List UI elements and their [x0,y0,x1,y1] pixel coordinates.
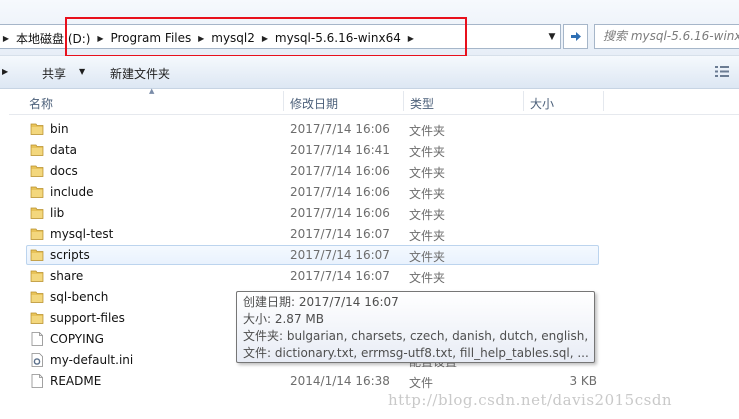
file-type: 文件 [409,376,434,390]
file-modified: 2017/7/14 16:06 [290,164,390,178]
settings-file-icon [31,353,43,367]
chevron-down-icon[interactable]: ▼ [79,67,85,76]
chevron-right-icon[interactable]: ▶ [2,67,8,76]
column-header: ▲ 名称 修改日期 类型 大小 [0,87,739,115]
file-modified: 2017/7/14 16:07 [290,269,390,283]
folder-icon [30,165,44,177]
search-input[interactable]: 搜索 mysql-5.6.16-winx64 [594,24,739,49]
file-modified: 2017/7/14 16:41 [290,143,390,157]
address-dropdown-icon[interactable]: ▼ [544,28,560,46]
file-name: support-files [50,311,125,325]
file-type: 文件夹 [409,208,446,222]
tooltip-created: 创建日期: 2017/7/14 16:07 [243,295,399,309]
tooltip-folders: 文件夹: bulgarian, charsets, czech, danish,… [243,329,591,343]
share-button[interactable]: 共享 [42,65,66,82]
file-name: bin [50,122,69,136]
file-name: include [50,185,94,199]
file-name: scripts [50,248,90,262]
column-divider[interactable] [523,91,524,111]
folder-icon [30,312,44,324]
file-size: 3 KB [569,374,597,388]
file-name: mysql-test [50,227,114,241]
folder-icon [30,249,44,261]
column-size[interactable]: 大小 [530,95,554,112]
file-name: README [50,374,102,388]
file-modified: 2017/7/14 16:07 [290,248,390,262]
command-toolbar: ▶ 共享 ▼ 新建文件夹 [0,56,739,89]
table-row[interactable]: share 2017/7/14 16:07 文件夹 [0,266,739,287]
folder-icon [30,207,44,219]
column-divider[interactable] [283,91,284,111]
column-type[interactable]: 类型 [410,95,434,112]
file-type: 文件夹 [409,250,446,264]
folder-icon [30,270,44,282]
file-modified: 2017/7/14 16:06 [290,122,390,136]
table-row[interactable]: lib 2017/7/14 16:06 文件夹 [0,203,739,224]
file-modified: 2014/1/14 16:38 [290,374,390,388]
folder-icon [30,186,44,198]
view-options-icon[interactable] [715,66,729,77]
file-name: share [50,269,84,283]
column-name[interactable]: 名称 [29,95,53,112]
tooltip-size: 大小: 2.87 MB [243,312,324,326]
file-type: 文件夹 [409,187,446,201]
chevron-right-icon[interactable]: ▶ [0,34,12,43]
table-row[interactable]: scripts 2017/7/14 16:07 文件夹 [0,245,739,266]
column-divider[interactable] [403,91,404,111]
file-name: sql-bench [50,290,109,304]
watermark: http://blog.csdn.net/davis2015csdn [388,391,673,409]
sort-ascending-icon: ▲ [149,87,155,95]
file-type: 文件夹 [409,124,446,138]
table-row[interactable]: docs 2017/7/14 16:06 文件夹 [0,161,739,182]
folder-icon [30,228,44,240]
new-folder-button[interactable]: 新建文件夹 [110,65,170,82]
table-row[interactable]: include 2017/7/14 16:06 文件夹 [0,182,739,203]
column-modified[interactable]: 修改日期 [290,95,338,112]
refresh-icon [570,32,581,41]
file-name: lib [50,206,65,220]
file-modified: 2017/7/14 16:07 [290,227,390,241]
file-icon [31,332,43,346]
table-row[interactable]: README 2014/1/14 16:38 文件 3 KB [0,371,739,392]
table-row[interactable]: mysql-test 2017/7/14 16:07 文件夹 [0,224,739,245]
file-type: 文件夹 [409,229,446,243]
folder-info-tooltip: 创建日期: 2017/7/14 16:07 大小: 2.87 MB 文件夹: b… [236,291,595,363]
tooltip-files: 文件: dictionary.txt, errmsg-utf8.txt, fil… [243,346,589,360]
file-icon [31,374,43,388]
file-name: docs [50,164,78,178]
file-modified: 2017/7/14 16:06 [290,206,390,220]
file-name: data [50,143,78,157]
refresh-button[interactable] [563,24,588,49]
file-type: 文件夹 [409,145,446,159]
file-name: COPYING [50,332,104,346]
table-row[interactable]: data 2017/7/14 16:41 文件夹 [0,140,739,161]
red-highlight-annotation [65,17,467,57]
column-divider[interactable] [603,91,604,111]
file-type: 文件夹 [409,271,446,285]
file-modified: 2017/7/14 16:06 [290,185,390,199]
folder-icon [30,291,44,303]
file-name: my-default.ini [50,353,134,367]
folder-icon [30,144,44,156]
file-type: 文件夹 [409,166,446,180]
folder-icon [30,123,44,135]
table-row[interactable]: bin 2017/7/14 16:06 文件夹 [0,119,739,140]
